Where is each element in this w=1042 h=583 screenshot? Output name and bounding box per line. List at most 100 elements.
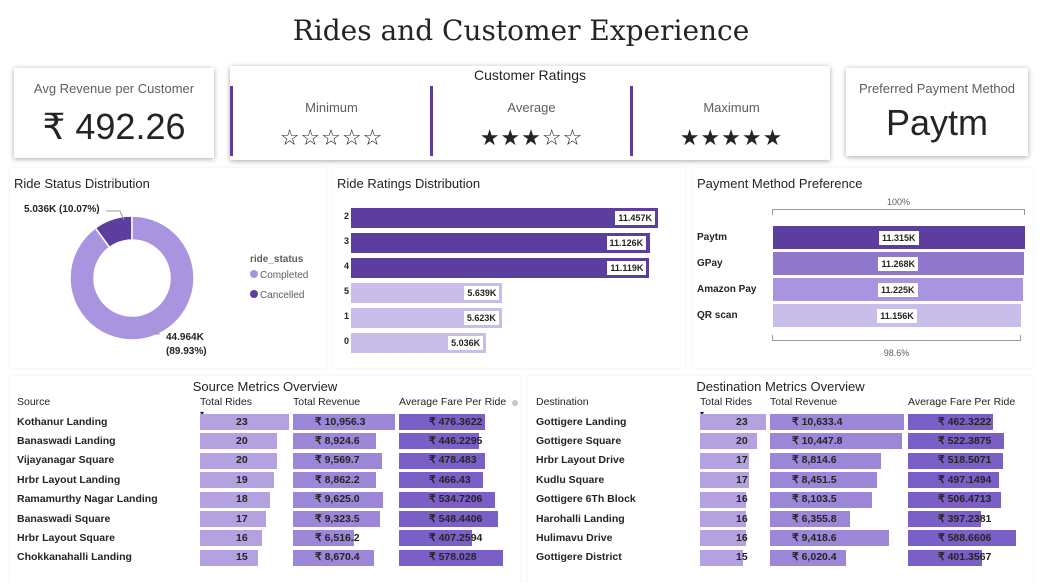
table-row[interactable]: Kudlu Square 17 ₹ 8,451.5 ₹ 497.1494 bbox=[536, 470, 1020, 489]
source-header-row: SourceTotal Rides▾Total RevenueAverage F… bbox=[17, 388, 507, 418]
rating-axis-label: 3 bbox=[343, 236, 349, 246]
source-cell: 17 bbox=[200, 509, 293, 528]
source-cell: ₹ 9,323.5 bbox=[293, 509, 399, 528]
rating-bar-value: 5.623K bbox=[463, 311, 499, 325]
destination-cell: ₹ 497.1494 bbox=[908, 470, 1020, 489]
destination-metrics-table: DestinationTotal Rides▾Total RevenueAver… bbox=[536, 388, 1020, 567]
destination-cell-text: 16 bbox=[736, 493, 748, 506]
table-row[interactable]: Vijayanagar Square 20 ₹ 9,569.7 ₹ 478.483 bbox=[17, 451, 507, 470]
source-cell-text: ₹ 578.028 bbox=[429, 551, 477, 564]
destination-cell-text: Gottigere District bbox=[536, 551, 622, 564]
source-cell-text: Hrbr Layout Landing bbox=[17, 473, 121, 486]
legend-item-completed[interactable]: Completed bbox=[250, 270, 308, 281]
table-row[interactable]: Gottigere District 15 ₹ 6,020.4 ₹ 401.3567 bbox=[536, 548, 1020, 567]
destination-cell: 16 bbox=[700, 490, 770, 509]
source-cell-text: ₹ 534.7206 bbox=[429, 493, 483, 506]
source-metrics-table: SourceTotal Rides▾Total RevenueAverage F… bbox=[17, 388, 507, 567]
destination-column-header[interactable]: Total Revenue bbox=[770, 388, 908, 412]
ride-status-panel: Ride Status Distribution 5.036K (10.07%)… bbox=[10, 168, 326, 368]
destination-cell: 20 bbox=[700, 431, 770, 450]
preferred-payment-value: Paytm bbox=[885, 102, 989, 143]
source-cell-text: 15 bbox=[236, 551, 248, 564]
rating-average-stars: ★★★☆☆ bbox=[479, 126, 584, 151]
destination-cell-text: 17 bbox=[736, 454, 748, 467]
source-column-header[interactable]: Average Fare Per Ride bbox=[399, 388, 507, 412]
source-column-header[interactable]: Total Rides▾ bbox=[200, 388, 293, 418]
rating-minimum-label: Minimum bbox=[305, 100, 358, 115]
source-cell: Banaswadi Landing bbox=[17, 431, 200, 450]
source-cell: Vijayanagar Square bbox=[17, 451, 200, 470]
source-cell: ₹ 9,569.7 bbox=[293, 451, 399, 470]
destination-cell-text: ₹ 397.2381 bbox=[938, 512, 992, 525]
payment-axis-label: Paytm bbox=[697, 232, 728, 243]
source-cell-text: ₹ 8,924.6 bbox=[315, 435, 360, 448]
table-row[interactable]: Gottigere 6Th Block 16 ₹ 8,103.5 ₹ 506.4713 bbox=[536, 490, 1020, 509]
table-row[interactable]: Hrbr Layout Landing 19 ₹ 8,862.2 ₹ 466.43 bbox=[17, 470, 507, 489]
payment-method-panel: Payment Method Preference 100% Paytm 11.3… bbox=[693, 168, 1033, 368]
destination-cell: Gottigere District bbox=[536, 548, 700, 567]
table-row[interactable]: Gottigere Landing 23 ₹ 10,633.4 ₹ 462.3222 bbox=[536, 412, 1020, 431]
ride-ratings-title: Ride Ratings Distribution bbox=[337, 176, 481, 191]
destination-column-header[interactable]: Total Rides▾ bbox=[700, 388, 770, 418]
destination-cell-text: Kudlu Square bbox=[536, 473, 605, 486]
table-row[interactable]: Banaswadi Square 17 ₹ 9,323.5 ₹ 548.4406 bbox=[17, 509, 507, 528]
source-column-header[interactable]: Source bbox=[17, 388, 200, 412]
rating-axis-label: 0 bbox=[343, 336, 349, 346]
source-column-header[interactable]: Total Revenue bbox=[293, 388, 399, 412]
destination-column-header[interactable]: Average Fare Per Ride bbox=[908, 388, 1020, 412]
destination-header-row: DestinationTotal Rides▾Total RevenueAver… bbox=[536, 388, 1020, 418]
source-cell-text: 23 bbox=[236, 415, 248, 428]
table-row[interactable]: Hulimavu Drive 16 ₹ 9,418.6 ₹ 588.6606 bbox=[536, 528, 1020, 547]
payment-axis-label: QR scan bbox=[697, 310, 738, 321]
legend-item-cancelled[interactable]: Cancelled bbox=[250, 290, 304, 301]
source-cell: ₹ 6,516.2 bbox=[293, 528, 399, 547]
destination-cell: ₹ 506.4713 bbox=[908, 490, 1020, 509]
destination-cell-text: Gottigere Square bbox=[536, 435, 622, 448]
source-cell: 23 bbox=[200, 412, 293, 431]
avg-revenue-value: ₹ 492.26 bbox=[42, 106, 186, 147]
source-cell-text: ₹ 8,670.4 bbox=[315, 551, 360, 564]
source-cell-text: 19 bbox=[236, 473, 248, 486]
source-cell-text: Hrbr Layout Square bbox=[17, 532, 116, 545]
destination-cell: ₹ 401.3567 bbox=[908, 548, 1020, 567]
rating-axis-label: 1 bbox=[343, 311, 349, 321]
payment-bottom-label: 98.6% bbox=[883, 348, 910, 358]
destination-cell-text: ₹ 8,814.6 bbox=[792, 454, 837, 467]
rating-bar[interactable] bbox=[351, 233, 650, 253]
destination-cell-text: ₹ 10,633.4 bbox=[792, 415, 843, 428]
table-row[interactable]: Hrbr Layout Drive 17 ₹ 8,814.6 ₹ 518.5071 bbox=[536, 451, 1020, 470]
source-cell: ₹ 534.7206 bbox=[399, 490, 507, 509]
source-cell: Chokkanahalli Landing bbox=[17, 548, 200, 567]
legend-dot-cancelled bbox=[250, 290, 258, 298]
table-row[interactable]: Chokkanahalli Landing 15 ₹ 8,670.4 ₹ 578.02… bbox=[17, 548, 507, 567]
rating-bar[interactable] bbox=[351, 258, 650, 278]
source-cell: ₹ 8,924.6 bbox=[293, 431, 399, 450]
payment-bottom-bracket bbox=[772, 335, 1021, 341]
table-row[interactable]: Harohalli Landing 16 ₹ 6,355.8 ₹ 397.2381 bbox=[536, 509, 1020, 528]
destination-column-header[interactable]: Destination bbox=[536, 388, 700, 412]
donut-slice-completed[interactable] bbox=[69, 215, 195, 341]
destination-cell-text: 15 bbox=[736, 551, 748, 564]
table-row[interactable]: Hrbr Layout Square 16 ₹ 6,516.2 ₹ 407.2594 bbox=[17, 528, 507, 547]
destination-cell-text: ₹ 6,020.4 bbox=[792, 551, 837, 564]
source-cell-text: 18 bbox=[236, 493, 248, 506]
source-cell: Hrbr Layout Landing bbox=[17, 470, 200, 489]
destination-cell-text: 20 bbox=[736, 435, 748, 448]
rating-bar[interactable] bbox=[351, 208, 659, 228]
rating-axis-label: 2 bbox=[343, 211, 349, 221]
destination-cell: ₹ 522.3875 bbox=[908, 431, 1020, 450]
cancelled-data-label: 5.036K (10.07%) bbox=[24, 204, 100, 215]
source-cell-text: ₹ 466.43 bbox=[429, 473, 471, 486]
customer-ratings-title: Customer Ratings bbox=[473, 67, 587, 83]
source-cell-text: Banaswadi Square bbox=[17, 512, 111, 525]
table-row[interactable]: Gottigere Square 20 ₹ 10,447.8 ₹ 522.3875 bbox=[536, 431, 1020, 450]
customer-ratings-card: Customer Ratings Minimum ☆☆☆☆☆ Average ★… bbox=[230, 66, 830, 160]
destination-cell-text: ₹ 8,451.5 bbox=[792, 473, 837, 486]
table-row[interactable]: Kothanur Landing 23 ₹ 10,956.3 ₹ 476.3622 bbox=[17, 412, 507, 431]
table-row[interactable]: Ramamurthy Nagar Landing 18 ₹ 9,625.0 ₹ 534… bbox=[17, 490, 507, 509]
table-row[interactable]: Banaswadi Landing 20 ₹ 8,924.6 ₹ 446.2295 bbox=[17, 431, 507, 450]
scroll-indicator[interactable] bbox=[512, 400, 518, 406]
destination-cell: Gottigere Square bbox=[536, 431, 700, 450]
payment-bar-value: 11.268K bbox=[878, 257, 918, 271]
source-cell-text: Chokkanahalli Landing bbox=[17, 551, 132, 564]
